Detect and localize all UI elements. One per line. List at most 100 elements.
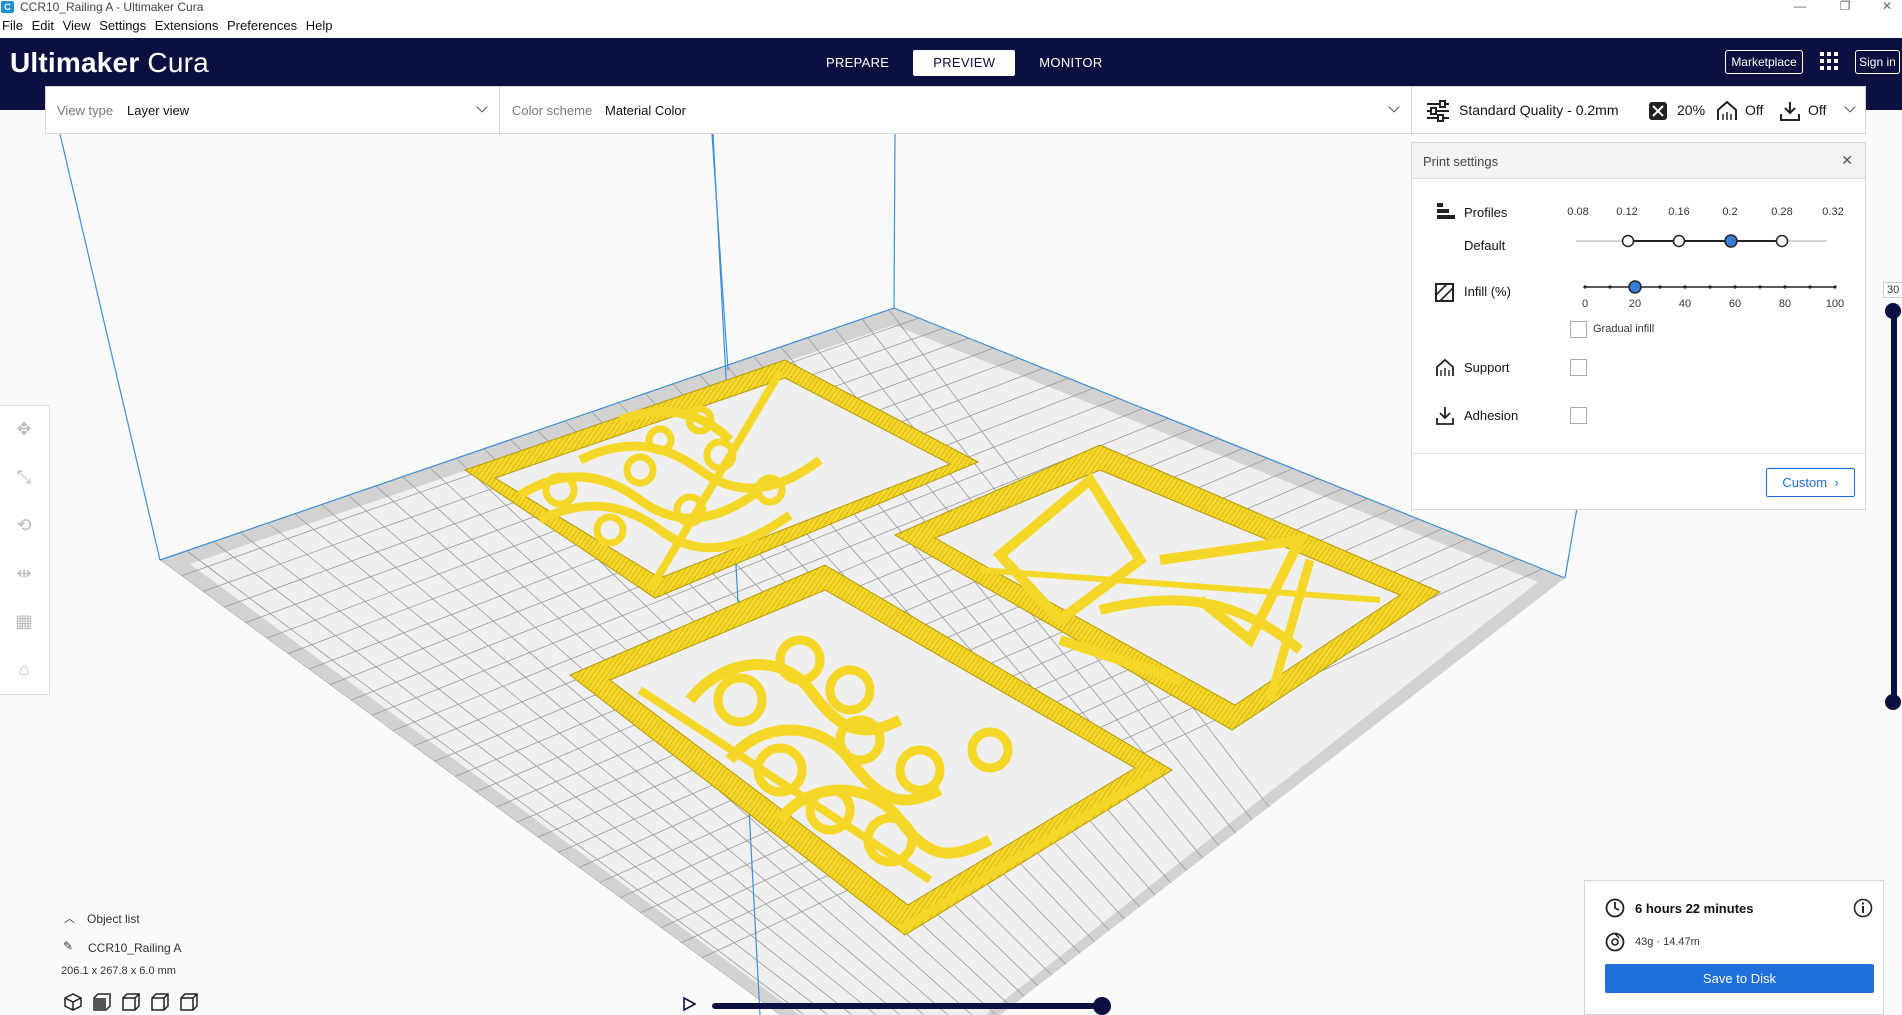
- infill-icon: [1435, 283, 1454, 302]
- settings-sliders-icon: [1427, 100, 1449, 122]
- print-time: 6 hours 22 minutes: [1635, 901, 1754, 916]
- window-title: CCR10_Railing A - Ultimaker Cura: [20, 0, 204, 14]
- info-icon[interactable]: [1853, 898, 1873, 918]
- infill-tick: 40: [1678, 298, 1692, 310]
- view-orientation-buttons: [63, 992, 208, 1014]
- mirror-tool-icon[interactable]: ⇹: [13, 562, 35, 584]
- profile-tick: 0.28: [1771, 206, 1793, 218]
- profiles-label: Profiles: [1464, 205, 1508, 220]
- material-estimate: 43g · 14.47m: [1635, 936, 1700, 948]
- adhesion-value: Off: [1808, 102, 1827, 118]
- default-label: Default: [1464, 238, 1506, 253]
- ultimaker-cura-logo: Ultimaker Cura: [10, 46, 209, 80]
- menu-settings[interactable]: Settings: [97, 14, 148, 38]
- custom-settings-button[interactable]: Custom ›: [1766, 468, 1855, 497]
- adhesion-icon: [1436, 407, 1454, 425]
- infill-icon: [1649, 102, 1667, 120]
- simulation-slider-handle[interactable]: [1093, 997, 1111, 1015]
- adhesion-label: Adhesion: [1464, 408, 1519, 423]
- chevron-down-icon: [1844, 101, 1856, 113]
- view-type-dropdown[interactable]: View type Layer view: [45, 86, 500, 134]
- gradual-infill-checkbox[interactable]: [1570, 321, 1587, 338]
- layer-slider-top-handle[interactable]: [1885, 303, 1901, 319]
- chevron-up-icon[interactable]: ︿: [64, 910, 75, 926]
- profile-tick: 0.08: [1567, 206, 1589, 218]
- infill-tick: 60: [1728, 298, 1742, 310]
- play-icon[interactable]: [682, 997, 696, 1011]
- clock-icon: [1605, 898, 1625, 918]
- menu-edit[interactable]: Edit: [30, 14, 56, 38]
- chevron-right-icon: ›: [1830, 475, 1839, 490]
- menu-file[interactable]: File: [0, 14, 25, 38]
- profile-slider[interactable]: [1572, 231, 1832, 251]
- color-scheme-label: Color scheme: [512, 103, 593, 118]
- top-view-icon[interactable]: [121, 992, 143, 1012]
- infill-slider[interactable]: [1572, 277, 1840, 297]
- adhesion-checkbox[interactable]: [1570, 407, 1587, 424]
- left-view-icon[interactable]: [150, 992, 172, 1012]
- divider: [1412, 453, 1865, 454]
- apps-grid-icon[interactable]: [1820, 52, 1840, 72]
- logo-light: Cura: [139, 47, 209, 78]
- layer-slider-bottom-handle[interactable]: [1885, 694, 1901, 710]
- minimize-icon[interactable]: —: [1785, 0, 1815, 12]
- support-icon: [1436, 358, 1454, 376]
- simulation-slider-track[interactable]: [712, 1003, 1102, 1009]
- print-settings-panel: Print settings ✕ Profiles Default 0.08 0…: [1411, 142, 1866, 510]
- tab-monitor[interactable]: MONITOR: [1021, 50, 1120, 76]
- view-type-value: Layer view: [127, 103, 190, 118]
- chevron-down-icon: [476, 101, 488, 113]
- support-blocker-icon[interactable]: ⌂: [13, 658, 35, 680]
- menu-extensions[interactable]: Extensions: [153, 14, 221, 38]
- print-settings-title: Print settings: [1423, 154, 1499, 169]
- spool-icon: [1605, 932, 1625, 952]
- object-list-toggle[interactable]: Object list: [87, 912, 140, 926]
- marketplace-button[interactable]: Marketplace: [1725, 50, 1803, 74]
- sign-in-button[interactable]: Sign in: [1855, 50, 1900, 74]
- gradual-infill-label: Gradual infill: [1593, 323, 1655, 335]
- color-scheme-dropdown[interactable]: Color scheme Material Color: [499, 86, 1412, 134]
- quality-profile-value: Standard Quality - 0.2mm: [1459, 102, 1619, 118]
- print-estimate-panel: 6 hours 22 minutes 43g · 14.47m Save to …: [1584, 880, 1884, 1015]
- front-view-icon[interactable]: [92, 992, 114, 1012]
- infill-tick: 0: [1581, 298, 1589, 310]
- save-to-disk-button[interactable]: Save to Disk: [1605, 964, 1874, 993]
- menu-preferences[interactable]: Preferences: [225, 14, 299, 38]
- title-bar: C CCR10_Railing A - Ultimaker Cura — ❐ ✕: [0, 0, 1902, 14]
- move-tool-icon[interactable]: ✥: [13, 418, 35, 440]
- profile-tick: 0.16: [1668, 206, 1690, 218]
- support-icon: [1717, 100, 1737, 120]
- infill-tick: 100: [1825, 298, 1845, 310]
- scale-tool-icon[interactable]: ⤡: [13, 466, 35, 488]
- rotate-tool-icon[interactable]: ⟲: [13, 514, 35, 536]
- per-model-settings-icon[interactable]: ▦: [13, 610, 35, 632]
- chevron-down-icon: [1388, 101, 1400, 113]
- menu-help[interactable]: Help: [304, 14, 335, 38]
- cura-app-icon: C: [1, 1, 14, 13]
- layer-number-input[interactable]: 30: [1883, 282, 1902, 298]
- adhesion-icon: [1780, 102, 1800, 121]
- close-icon[interactable]: ✕: [1841, 152, 1853, 169]
- object-name[interactable]: CCR10_Railing A: [88, 941, 181, 955]
- close-icon[interactable]: ✕: [1872, 0, 1902, 12]
- restore-icon[interactable]: ❐: [1830, 0, 1860, 12]
- tool-panel: ✥ ⤡ ⟲ ⇹ ▦ ⌂: [0, 405, 50, 695]
- custom-label: Custom: [1782, 475, 1828, 490]
- infill-label: Infill (%): [1464, 284, 1511, 299]
- support-checkbox[interactable]: [1570, 359, 1587, 376]
- print-setup-selector[interactable]: Standard Quality - 0.2mm 20% Off Off: [1411, 86, 1866, 134]
- color-scheme-value: Material Color: [605, 103, 686, 118]
- profile-tick: 0.32: [1822, 206, 1844, 218]
- view-type-label: View type: [57, 103, 114, 118]
- right-view-icon[interactable]: [179, 992, 201, 1012]
- profile-tick: 0.12: [1616, 206, 1638, 218]
- tab-prepare[interactable]: PREPARE: [808, 50, 907, 76]
- logo-bold: Ultimaker: [10, 47, 140, 78]
- support-value: Off: [1745, 102, 1764, 118]
- pencil-icon: ✎: [63, 939, 74, 953]
- layer-slider-track[interactable]: [1891, 306, 1897, 706]
- tab-preview[interactable]: PREVIEW: [913, 50, 1016, 76]
- profiles-icon: [1437, 203, 1455, 219]
- 3d-view-icon[interactable]: [63, 992, 85, 1012]
- menu-view[interactable]: View: [61, 14, 93, 38]
